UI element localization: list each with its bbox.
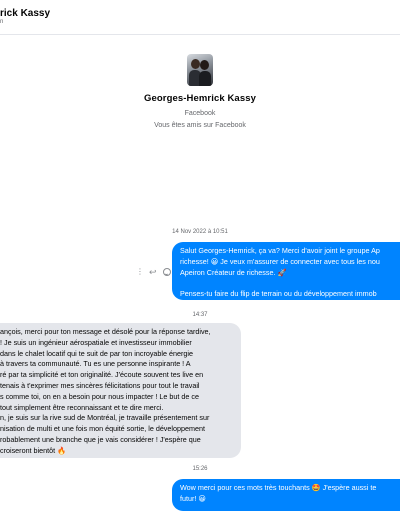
avatar[interactable] [187, 54, 213, 86]
reply-icon[interactable]: ↩ [149, 266, 157, 278]
message-line: à travers ta communauté. Tu es une perso… [0, 359, 191, 369]
message-line: ré par ta simplicité et ton originalité.… [0, 370, 204, 380]
conversation-header: rick Kassy n [0, 0, 400, 35]
message-bubble-outgoing[interactable]: Wow merci pour ces mots très touchants 🤩… [172, 479, 400, 511]
message-line: dans le chalet locatif qui te suit de pa… [0, 348, 193, 358]
message-line: richesse! 😀 Je veux m'assurer de connect… [180, 256, 380, 266]
profile-card: Georges-Hemrick Kassy Facebook Vous êtes… [0, 50, 400, 129]
more-icon[interactable]: ⋮ [136, 266, 144, 278]
conversation-title[interactable]: rick Kassy [0, 8, 50, 19]
message-line: ! Je suis un ingénieur aérospatiale et i… [0, 337, 192, 347]
message-line: futur! 😀 [180, 493, 206, 503]
message-line: robablement une branche que je vais cons… [0, 434, 201, 444]
message-actions: ⋮ ↩ [136, 266, 171, 278]
message-line: nisation de multi et une fois mon équité… [0, 424, 205, 434]
message-line: s comme toi, on en a besoin pour nous im… [0, 391, 199, 401]
profile-platform: Facebook [184, 110, 216, 117]
message-bubble-incoming[interactable]: ançois, merci pour ton message et désolé… [0, 323, 241, 458]
message-line: croiseront bientôt 🔥 [0, 445, 67, 455]
message-line: tout simplement être reconnaissant et te… [0, 402, 164, 412]
friends-note: Vous êtes amis sur Facebook [154, 122, 246, 129]
profile-name[interactable]: Georges-Hemrick Kassy [0, 93, 400, 104]
message-timestamp: 14:37 [192, 312, 208, 318]
message-line: ançois, merci pour ton message et désolé… [0, 327, 211, 336]
message-line: Wow merci pour ces mots très touchants 🤩… [180, 483, 377, 492]
conversation-subtitle: n [0, 19, 4, 25]
message-bubble-outgoing[interactable]: Salut Georges-Hemrick, ça va? Merci d'av… [172, 242, 400, 300]
message-line: Apeiron Créateur de richesse. 🚀 [180, 267, 287, 277]
message-line: Penses-tu faire du flip de terrain ou du… [180, 289, 377, 299]
message-timestamp: 15:26 [192, 466, 208, 472]
message-line: tenais à t'exprimer mes sincères félicit… [0, 380, 200, 390]
message-timestamp: 14 Nov 2022 à 10:51 [172, 229, 228, 235]
react-icon[interactable] [162, 268, 171, 276]
message-line: Salut Georges-Hemrick, ça va? Merci d'av… [180, 246, 380, 255]
message-line: n, je suis sur la rive sud de Montréal, … [0, 413, 210, 423]
